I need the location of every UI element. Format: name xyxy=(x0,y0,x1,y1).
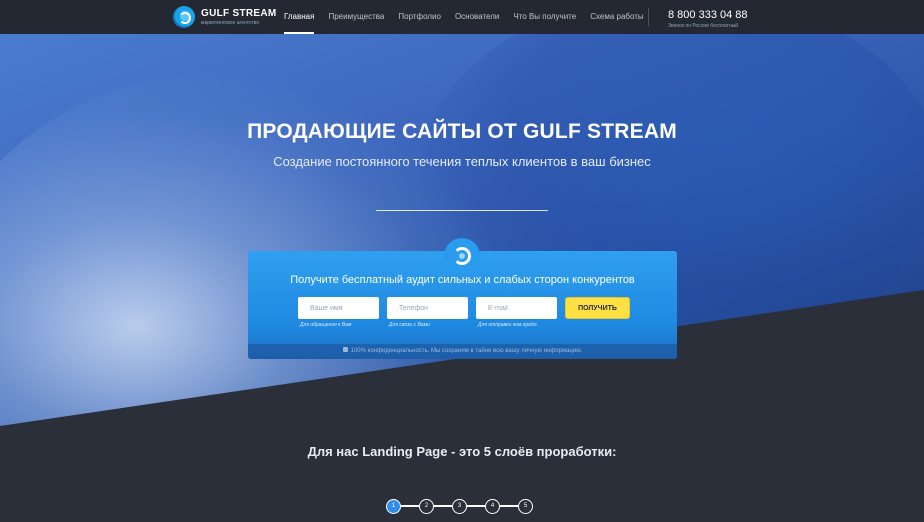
stream-logo-icon xyxy=(444,238,480,274)
step-connector xyxy=(500,505,518,507)
wave-logo-icon xyxy=(173,6,195,28)
privacy-text: 100% конфиденциальность. Мы сохраним в т… xyxy=(350,348,583,354)
hero-title: ПРОДАЮЩИЕ САЙТЫ ОТ GULF STREAM xyxy=(247,120,677,143)
layer-steps: 1 2 3 4 5 xyxy=(386,498,533,514)
phone-note: Звонок по России бесплатный xyxy=(668,23,739,29)
nav-item-benefits[interactable]: Что Вы получите xyxy=(513,0,576,34)
lock-icon xyxy=(342,347,348,352)
nav-item-workflow[interactable]: Схема работы xyxy=(590,0,643,34)
logo-title: GULF STREAM xyxy=(201,7,277,19)
main-nav: Главная Преимущества Портфолио Основател… xyxy=(284,0,658,34)
nav-item-home[interactable]: Главная xyxy=(284,0,315,34)
nav-item-advantages[interactable]: Преимущества xyxy=(328,0,384,34)
nav-item-portfolio[interactable]: Портфолио xyxy=(398,0,441,34)
stream-swirl-icon xyxy=(453,247,471,265)
step-1[interactable]: 1 xyxy=(386,498,401,514)
logo[interactable]: GULF STREAM маркетинговое агентство xyxy=(173,6,277,28)
logo-text: GULF STREAM маркетинговое агентство xyxy=(201,7,277,26)
logo-subtitle: маркетинговое агентство xyxy=(201,19,260,26)
step-5[interactable]: 5 xyxy=(518,498,533,514)
email-field[interactable] xyxy=(476,297,557,319)
phone-number[interactable]: 8 800 333 04 88 xyxy=(668,10,748,21)
phone-field[interactable] xyxy=(387,297,468,319)
name-field-hint: Для обращения к Вам xyxy=(300,322,352,328)
nav-item-founders[interactable]: Основатели xyxy=(455,0,499,34)
step-4[interactable]: 4 xyxy=(485,498,500,514)
hero-subtitle: Создание постоянного течения теплых клие… xyxy=(273,154,651,169)
site-header: GULF STREAM маркетинговое агентство Глав… xyxy=(0,0,924,34)
privacy-note: 100% конфиденциальность. Мы сохраним в т… xyxy=(248,347,677,354)
header-divider xyxy=(648,8,649,26)
step-connector xyxy=(467,505,485,507)
hero-section: ПРОДАЮЩИЕ САЙТЫ ОТ GULF STREAM Создание … xyxy=(0,34,924,522)
hero-divider-line xyxy=(376,210,548,211)
step-2[interactable]: 2 xyxy=(419,498,434,514)
email-field-hint: Для отправки ком.предл. xyxy=(478,322,538,328)
step-3[interactable]: 3 xyxy=(452,498,467,514)
get-audit-button[interactable]: ПОЛУЧИТЬ xyxy=(565,297,630,319)
form-title: Получите бесплатный аудит сильных и слаб… xyxy=(290,274,635,286)
step-connector xyxy=(434,505,452,507)
phone-field-hint: Для связи с Вами xyxy=(389,322,430,328)
layers-section-title: Для нас Landing Page - это 5 слоёв прора… xyxy=(307,444,617,459)
step-connector xyxy=(401,505,419,507)
name-field[interactable] xyxy=(298,297,379,319)
